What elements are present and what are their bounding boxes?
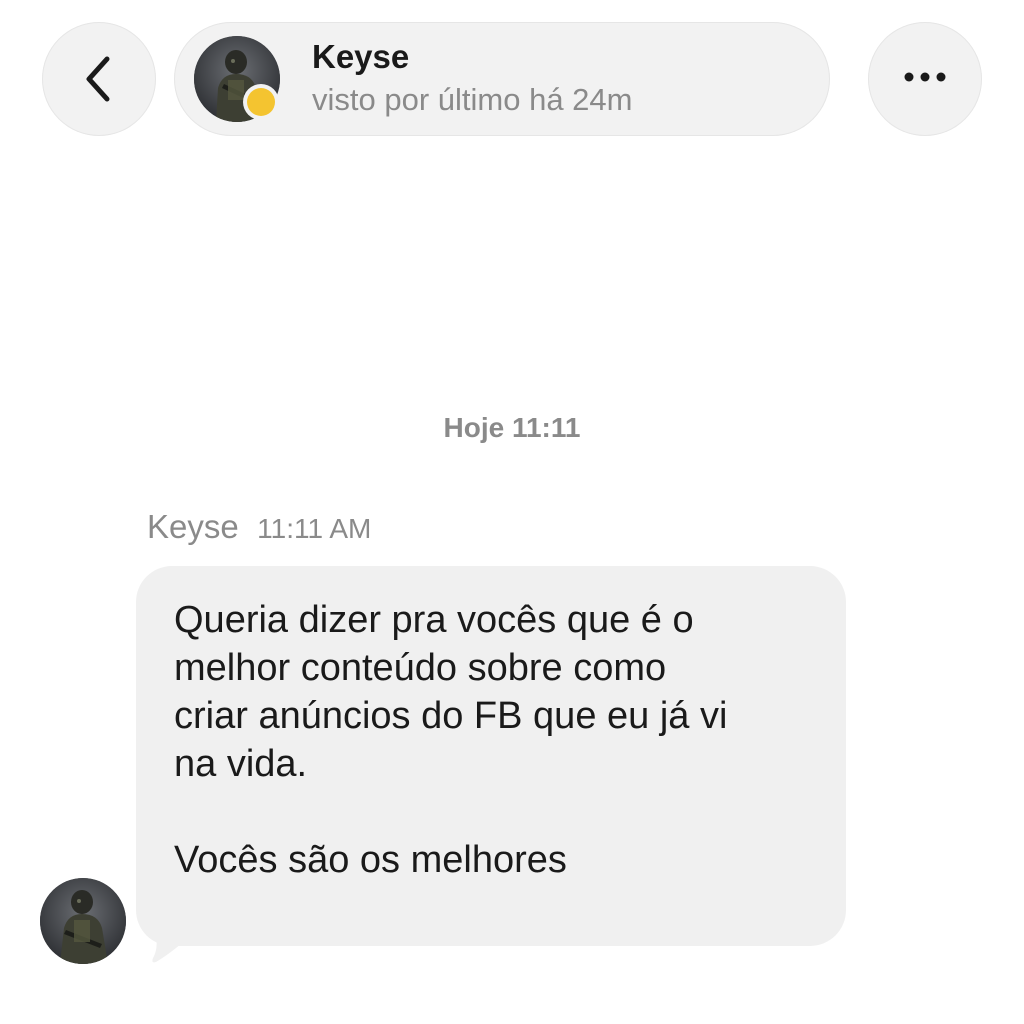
message-paragraph-gap: [174, 788, 808, 836]
date-divider: Hoje 11:11: [443, 412, 581, 443]
back-button[interactable]: [42, 22, 156, 136]
message-text-line: na vida.: [174, 743, 308, 785]
message-meta: Keyse 11:11 AM: [147, 508, 371, 546]
message-text-line: melhor conteúdo sobre como: [174, 647, 667, 689]
presence-indicator: [247, 88, 275, 116]
contact-name: Keyse: [312, 38, 410, 75]
chevron-left-icon: [79, 53, 119, 105]
more-options-button[interactable]: [868, 22, 982, 136]
message-sender: Keyse: [147, 508, 239, 545]
message-text-line: Queria dizer pra vocês que é o: [174, 599, 694, 641]
message-timestamp: 11:11 AM: [257, 513, 372, 544]
last-seen-status: visto por último há 24m: [312, 82, 633, 117]
contact-info-button[interactable]: Keyse visto por último há 24m: [174, 22, 830, 136]
message-bubble[interactable]: Queria dizer pra vocês que é o melhor co…: [136, 566, 846, 946]
sender-avatar[interactable]: [40, 878, 126, 964]
more-horizontal-icon: [903, 70, 947, 88]
message-text-line: criar anúncios do FB que eu já vi: [174, 695, 728, 737]
message-text-line: Vocês são os melhores: [174, 839, 567, 881]
conversation-header: Keyse visto por último há 24m: [0, 0, 1024, 150]
